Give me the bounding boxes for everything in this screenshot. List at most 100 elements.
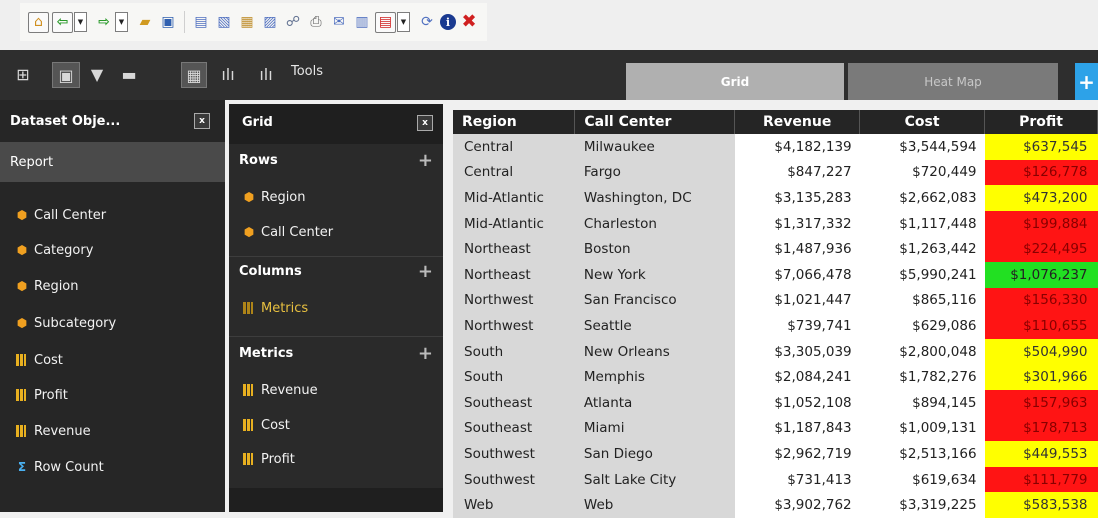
dataset-item-revenue[interactable]: Revenue [14,421,91,441]
cell-profit[interactable]: $224,495 [984,236,1098,262]
cell-call-center[interactable]: Seattle [574,313,735,339]
column-header-cost[interactable]: Cost [859,110,986,134]
cell-region[interactable]: Northeast [453,236,575,262]
close-grid-panel-button[interactable]: x [417,115,433,131]
cell-cost[interactable]: $629,086 [859,313,985,339]
table-row[interactable]: Northeast New York $7,066,478 $5,990,241 $1,… [453,261,1098,288]
cell-cost[interactable]: $2,800,048 [859,338,985,365]
cell-revenue[interactable]: $1,052,108 [734,389,860,416]
column-header-call-center[interactable]: Call Center [574,110,736,134]
metric-item-cost[interactable]: Cost [241,415,290,435]
cell-revenue[interactable]: $1,317,332 [734,210,860,237]
table-row[interactable]: Northeast Boston $1,487,936 $1,263,442 $224,… [453,236,1098,262]
cell-cost[interactable]: $865,116 [859,287,985,314]
edit-document-icon[interactable]: ▦ [237,12,257,32]
cell-profit[interactable]: $178,713 [984,415,1098,442]
add-column-button[interactable]: + [418,263,433,281]
dataset-item-region[interactable]: ⬢ Region [14,276,79,296]
forward-history-dropdown[interactable]: ▼ [115,12,128,32]
cell-region[interactable]: Northwest [453,287,575,314]
cell-profit[interactable]: $301,966 [984,364,1098,390]
table-row[interactable]: Southwest San Diego $2,962,719 $2,513,166 $4… [453,441,1098,467]
cell-profit[interactable]: $583,538 [984,492,1098,518]
cell-region[interactable]: Central [453,134,575,160]
cell-cost[interactable]: $619,634 [859,466,985,493]
cell-region[interactable]: Southeast [453,415,575,442]
cell-cost[interactable]: $1,117,448 [859,210,985,237]
document-export-icon[interactable]: ▧ [214,12,234,32]
filter-icon[interactable]: ▼ [86,62,108,86]
cell-region[interactable]: Southwest [453,441,575,467]
table-row[interactable]: Southwest Salt Lake City $731,413 $619,634 $… [453,466,1098,493]
cell-cost[interactable]: $3,319,225 [859,492,985,518]
email-icon[interactable]: ✉ [329,12,349,32]
chart-options-icon[interactable]: ılı [254,62,278,86]
cell-profit[interactable]: $637,545 [984,134,1098,160]
dataset-item-subcategory[interactable]: ⬢ Subcategory [14,313,116,333]
cell-cost[interactable]: $2,513,166 [859,441,985,467]
dataset-objects-icon[interactable]: ▣ [52,62,80,88]
cell-revenue[interactable]: $3,305,039 [734,338,860,365]
column-header-profit[interactable]: Profit [984,110,1098,134]
cell-revenue[interactable]: $3,902,762 [734,492,860,518]
cell-call-center[interactable]: Atlanta [574,389,735,416]
document-icon[interactable]: ▤ [191,12,211,32]
cell-region[interactable]: Web [453,492,575,518]
cell-revenue[interactable]: $739,741 [734,313,860,339]
cell-revenue[interactable]: $1,021,447 [734,287,860,314]
cell-revenue[interactable]: $1,187,843 [734,415,860,442]
tools-menu[interactable]: Tools [291,64,323,79]
cell-call-center[interactable]: Milwaukee [574,134,735,160]
layout-icon[interactable]: ▦ [181,62,207,88]
table-row[interactable]: Mid-Atlantic Charleston $1,317,332 $1,117,4… [453,210,1098,237]
cell-call-center[interactable]: Washington, DC [574,185,735,211]
cell-cost[interactable]: $5,990,241 [859,261,985,288]
cell-profit[interactable]: $111,779 [984,466,1098,493]
dataset-item-cost[interactable]: Cost [14,350,63,370]
cell-call-center[interactable]: Web [574,492,735,518]
cell-region[interactable]: South [453,338,575,365]
row-item-call-center[interactable]: ⬢ Call Center [241,222,333,242]
cell-cost[interactable]: $720,449 [859,159,985,186]
print-icon[interactable]: ⎙ [306,12,326,32]
add-row-button[interactable]: + [418,152,433,170]
cell-region[interactable]: Northwest [453,313,575,339]
cell-region[interactable]: Northeast [453,261,575,288]
info-icon[interactable]: i [440,14,456,30]
forward-arrow-icon[interactable]: ⇨ [94,12,114,32]
cell-profit[interactable]: $449,553 [984,441,1098,467]
cell-profit[interactable]: $157,963 [984,389,1098,416]
cell-profit[interactable]: $156,330 [984,287,1098,314]
cell-profit[interactable]: $110,655 [984,313,1098,339]
cell-region[interactable]: Mid-Atlantic [453,210,575,237]
cell-revenue[interactable]: $2,962,719 [734,441,860,467]
column-header-region[interactable]: Region [453,110,576,134]
table-row[interactable]: Central Fargo $847,227 $720,449 $126,778 [453,159,1098,186]
cell-cost[interactable]: $1,263,442 [859,236,985,262]
cell-cost[interactable]: $1,009,131 [859,415,985,442]
cell-profit[interactable]: $473,200 [984,185,1098,211]
cell-revenue[interactable]: $3,135,283 [734,185,860,211]
column-header-revenue[interactable]: Revenue [734,110,861,134]
cell-call-center[interactable]: New York [574,261,735,288]
tab-heat-map[interactable]: Heat Map [848,63,1058,100]
table-row[interactable]: Southeast Atlanta $1,052,108 $894,145 $157,9… [453,389,1098,416]
save-icon[interactable]: ▣ [158,12,178,32]
add-metric-button[interactable]: + [418,345,433,363]
document-history-icon[interactable]: ▥ [352,12,372,32]
cell-call-center[interactable]: New Orleans [574,338,735,365]
comment-icon[interactable]: ▬ [117,62,141,86]
cell-call-center[interactable]: Salt Lake City [574,466,735,493]
cell-region[interactable]: Mid-Atlantic [453,185,575,211]
metric-item-profit[interactable]: Profit [241,449,295,469]
row-item-region[interactable]: ⬢ Region [241,187,306,207]
dataset-item-category[interactable]: ⬢ Category [14,240,94,260]
table-row[interactable]: South Memphis $2,084,241 $1,782,276 $301,966 [453,364,1098,390]
table-row[interactable]: Northwest San Francisco $1,021,447 $865,116… [453,287,1098,314]
dataset-item-row-count[interactable]: Σ Row Count [14,457,104,477]
cell-region[interactable]: Central [453,159,575,186]
cell-revenue[interactable]: $847,227 [734,159,860,186]
cell-region[interactable]: Southwest [453,466,575,493]
cell-call-center[interactable]: Charleston [574,210,735,237]
refresh-icon[interactable]: ⟳ [417,12,437,32]
